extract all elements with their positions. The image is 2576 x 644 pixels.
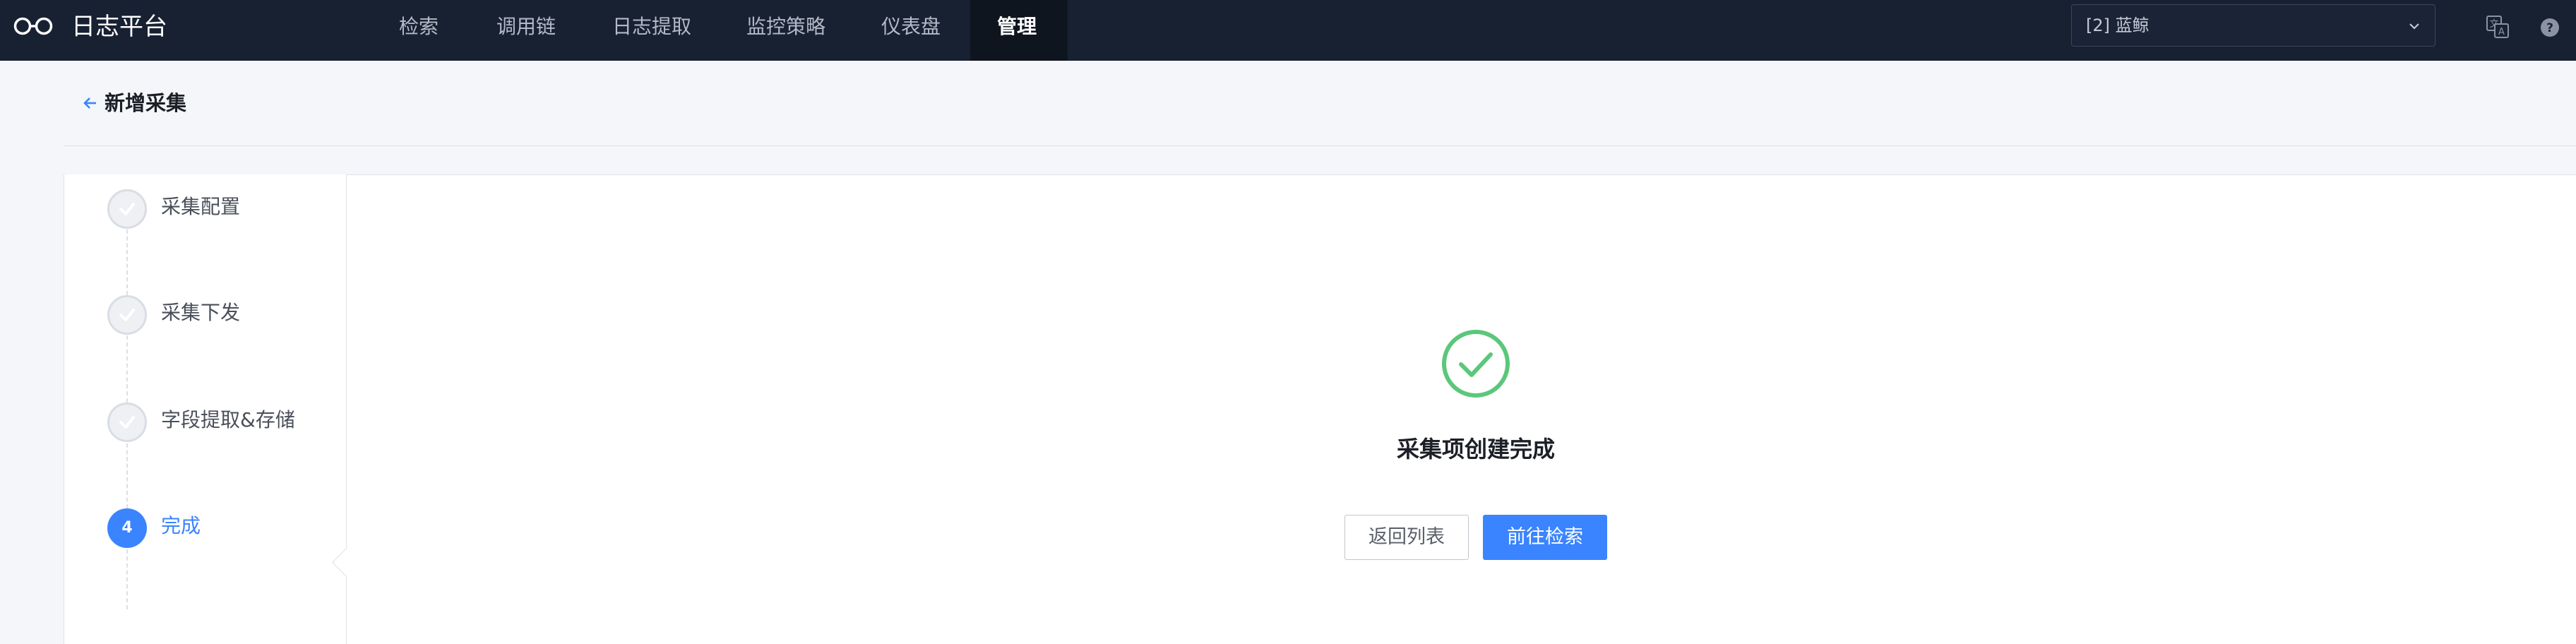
translate-icon[interactable]: 文 A (2486, 15, 2510, 39)
svg-text:A: A (2498, 27, 2505, 37)
chevron-down-icon (2409, 23, 2419, 30)
step-connector (126, 443, 128, 508)
success-message: 采集项创建完成 (1396, 436, 1555, 463)
help-icon[interactable]: ? (2540, 18, 2560, 37)
check-icon (119, 309, 135, 321)
step-connector (126, 549, 128, 609)
arrow-left-icon[interactable] (82, 95, 99, 112)
step-3-done-icon (107, 402, 147, 442)
nav-item-manage[interactable]: 管理 (997, 0, 1037, 54)
nav-item-dashboard[interactable]: 仪表盘 (881, 0, 941, 54)
back-to-list-button[interactable]: 返回列表 (1344, 515, 1469, 560)
success-check-icon (1442, 330, 1510, 398)
step-connector (126, 335, 128, 402)
check-icon (119, 203, 135, 215)
step-3-label: 字段提取&存储 (161, 408, 295, 431)
nav-item-log-extract[interactable]: 日志提取 (612, 0, 691, 54)
nav-item-monitor-strategy[interactable]: 监控策略 (746, 0, 825, 54)
step-1-label: 采集配置 (161, 195, 241, 218)
app-title[interactable]: 日志平台 (71, 0, 167, 54)
content-card (64, 174, 2576, 644)
step-1-done-icon (107, 189, 147, 229)
step-4-number: 4 (107, 508, 147, 548)
header-divider (64, 145, 2576, 146)
business-select[interactable]: [2] 蓝鲸 (2071, 4, 2435, 47)
step-2-label: 采集下发 (161, 301, 241, 324)
infinity-logo-icon[interactable] (13, 16, 54, 36)
page-title: 新增采集 (105, 91, 187, 115)
svg-text:?: ? (2546, 21, 2553, 35)
nav-item-trace[interactable]: 调用链 (496, 0, 556, 54)
check-icon (119, 416, 135, 429)
top-navbar: 日志平台 检索 调用链 日志提取 监控策略 仪表盘 管理 [2] 蓝鲸 文 A … (0, 0, 2576, 61)
nav-item-search[interactable]: 检索 (399, 0, 439, 54)
step-2-done-icon (107, 295, 147, 335)
step-connector (126, 229, 128, 295)
go-to-search-button[interactable]: 前往检索 (1483, 515, 1607, 560)
business-select-value: [2] 蓝鲸 (2086, 16, 2149, 35)
step-4-label: 完成 (161, 514, 201, 537)
